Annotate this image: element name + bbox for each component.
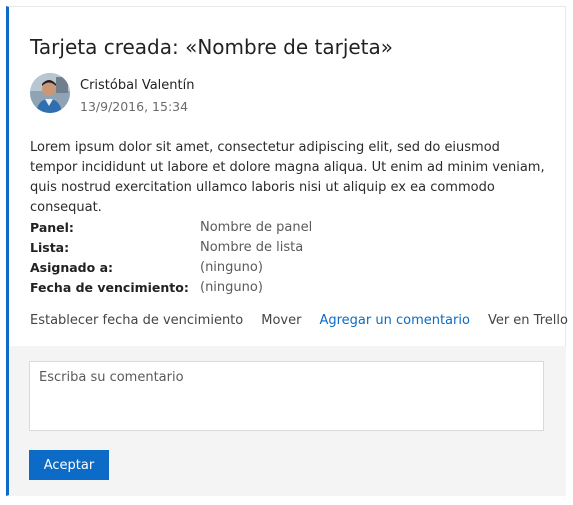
move-button[interactable]: Mover [261, 313, 301, 328]
field-value: (ninguno) [200, 280, 263, 295]
card-title: Tarjeta creada: «Nombre de tarjeta» [30, 35, 394, 59]
field-label: Panel: [30, 220, 74, 235]
submit-button[interactable]: Aceptar [29, 450, 109, 480]
add-comment-button[interactable]: Agregar un comentario [319, 313, 469, 328]
view-in-trello-button[interactable]: Ver en Trello [488, 313, 568, 328]
field-value: (ninguno) [200, 260, 263, 275]
comment-panel: Aceptar [9, 346, 566, 496]
card-description: Lorem ipsum dolor sit amet, consectetur … [30, 140, 545, 215]
field-value: Nombre de panel [200, 220, 313, 235]
field-label: Asignado a: [30, 260, 114, 275]
card-actions: Establecer fecha de vencimiento Mover Agre… [30, 313, 568, 328]
field-label: Lista: [30, 240, 70, 255]
author-name[interactable]: Cristóbal Valentín [80, 78, 194, 93]
activity-card: Tarjeta creada: «Nombre de tarjeta» Cris… [6, 6, 568, 496]
timestamp: 13/9/2016, 15:34 [80, 99, 189, 114]
field-value: Nombre de lista [200, 240, 304, 255]
comment-input[interactable] [29, 361, 544, 431]
field-label: Fecha de vencimiento: [30, 280, 189, 295]
set-due-date-button[interactable]: Establecer fecha de vencimiento [30, 313, 243, 328]
avatar [30, 73, 70, 113]
